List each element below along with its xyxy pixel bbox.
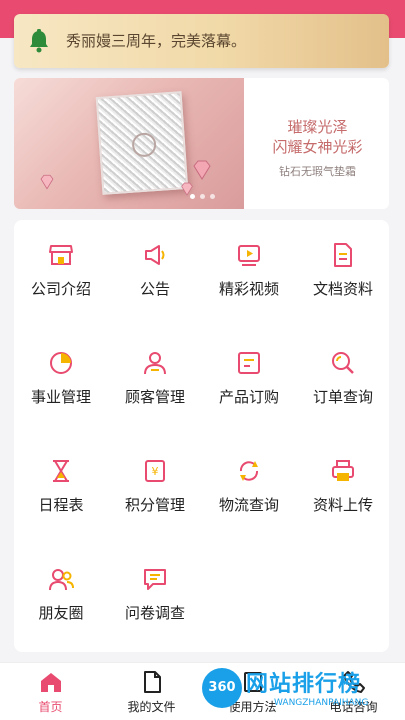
tab-my-files[interactable]: 我的文件 (101, 663, 202, 720)
menu-item-announcement[interactable]: 公告 (108, 220, 202, 328)
home-icon (40, 673, 61, 692)
menu-item-documents[interactable]: 文档资料 (296, 220, 390, 328)
menu-item-business-management[interactable]: 事业管理 (14, 328, 108, 436)
menu-item-label: 朋友圈 (38, 604, 84, 622)
person-icon (144, 352, 166, 375)
menu-item-label: 公司介绍 (30, 280, 91, 298)
bell-icon (30, 29, 48, 53)
hourglass-icon (53, 460, 69, 482)
chat-icon (144, 569, 166, 590)
menu-item-survey[interactable]: 问卷调查 (108, 544, 202, 652)
tab-home[interactable]: 首页 (0, 663, 101, 720)
menu-item-label: 精彩视频 (218, 280, 279, 298)
menu-item-label: 事业管理 (30, 388, 91, 406)
carousel-dot[interactable] (200, 194, 205, 199)
menu-item-product-order[interactable]: 产品订购 (202, 328, 296, 436)
notice-text: 秀丽嫚三周年，完美落幕。 (66, 32, 247, 50)
watermark-badge: 360 (202, 668, 242, 708)
carousel-indicator (190, 194, 215, 199)
function-menu-grid: 公司介绍 公告 精彩视频 文档资料 事业管理 顾客管理 产品订购 订单查询 日程… (14, 220, 389, 652)
menu-item-data-upload[interactable]: 资料上传 (296, 436, 390, 544)
cushion-compact-image (95, 91, 189, 195)
menu-item-label: 产品订购 (218, 388, 279, 406)
promo-banner[interactable]: 璀璨光泽 闪耀女神光彩 钻石无瑕气垫霜 (14, 78, 389, 209)
menu-item-label: 文档资料 (312, 280, 373, 298)
cart-box-icon (238, 352, 260, 374)
menu-item-label: 物流查询 (218, 496, 279, 514)
site-watermark: 360 网站排行榜 WANGZHANPAIHANG (200, 664, 405, 720)
banner-product-image (14, 78, 244, 209)
menu-item-points-management[interactable]: ¥ 积分管理 (108, 436, 202, 544)
banner-headline: 璀璨光泽 (287, 118, 348, 136)
tab-label: 我的文件 (127, 700, 176, 714)
menu-item-schedule[interactable]: 日程表 (14, 436, 108, 544)
announcement-notice[interactable]: 秀丽嫚三周年，完美落幕。 (14, 14, 389, 68)
video-icon (238, 245, 260, 266)
menu-item-label: 资料上传 (312, 496, 373, 514)
document-icon (334, 243, 352, 267)
search-icon (332, 352, 354, 374)
menu-item-order-query[interactable]: 订单查询 (296, 328, 390, 436)
menu-item-customer-management[interactable]: 顾客管理 (108, 328, 202, 436)
menu-item-label: 日程表 (38, 496, 84, 514)
megaphone-icon (145, 245, 165, 265)
banner-product-name: 钻石无瑕气垫霜 (279, 165, 356, 178)
diamond-icon (193, 160, 211, 180)
points-icon: ¥ (145, 460, 165, 482)
banner-subheadline: 闪耀女神光彩 (272, 138, 363, 156)
diamond-icon (40, 174, 54, 190)
menu-item-label: 问卷调查 (124, 604, 185, 622)
brand-logo-icon (131, 132, 157, 158)
tab-label: 首页 (38, 700, 63, 714)
refresh-icon (239, 461, 259, 481)
carousel-dot[interactable] (190, 194, 195, 199)
menu-item-company-intro[interactable]: 公司介绍 (14, 220, 108, 328)
menu-item-videos[interactable]: 精彩视频 (202, 220, 296, 328)
pie-chart-icon (50, 352, 72, 374)
store-icon (49, 245, 73, 265)
printer-icon (332, 460, 354, 481)
menu-item-label: 公告 (139, 280, 170, 298)
menu-item-label: 订单查询 (312, 388, 373, 406)
watermark-title: 网站排行榜 (246, 672, 362, 697)
menu-item-label: 顾客管理 (124, 388, 185, 406)
friends-icon (49, 569, 74, 591)
menu-item-logistics-query[interactable]: 物流查询 (202, 436, 296, 544)
menu-item-friends-circle[interactable]: 朋友圈 (14, 544, 108, 652)
carousel-dot[interactable] (210, 194, 215, 199)
svg-text:¥: ¥ (152, 465, 159, 478)
watermark-url: WANGZHANPAIHANG (274, 698, 369, 708)
file-icon (143, 671, 161, 693)
menu-item-label: 积分管理 (124, 496, 185, 514)
